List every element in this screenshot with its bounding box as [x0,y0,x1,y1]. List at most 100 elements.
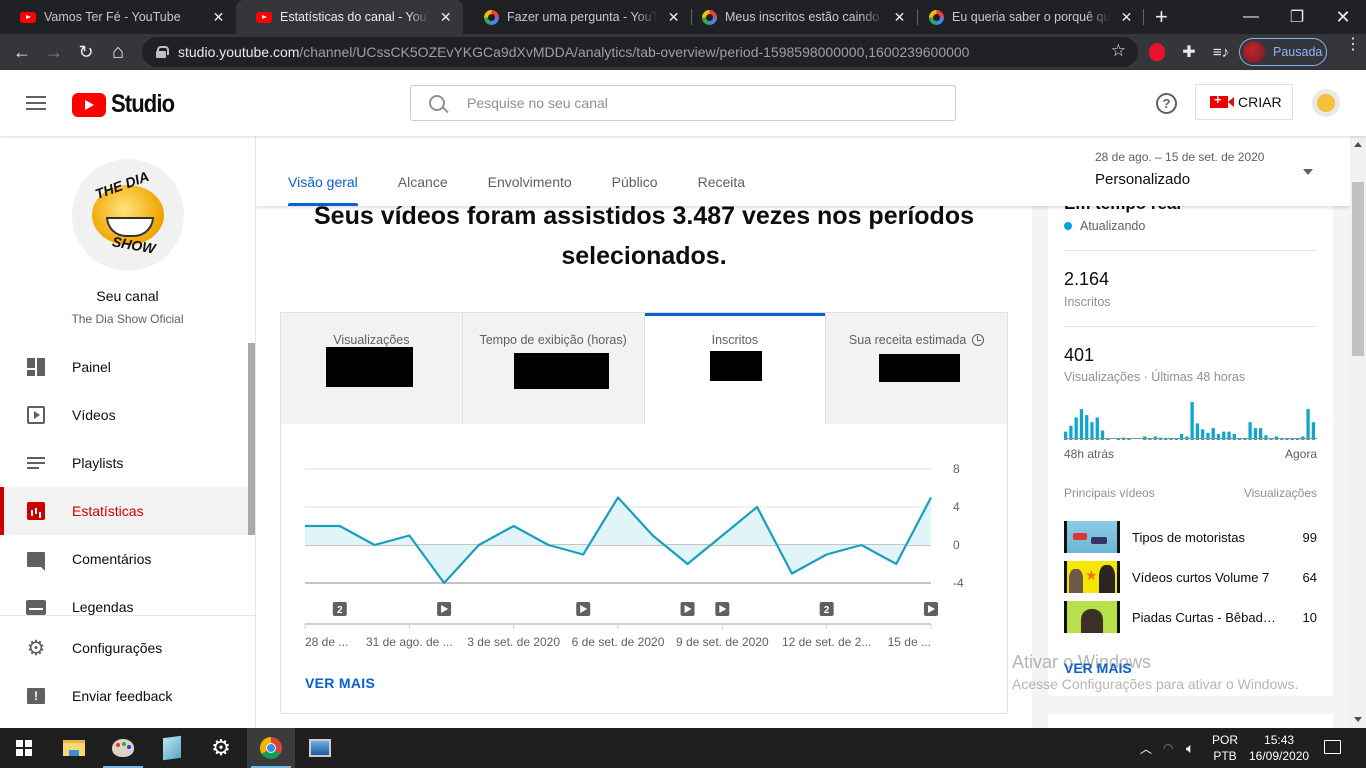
data-point[interactable] [789,571,795,577]
data-point[interactable] [580,552,586,558]
media-control-icon[interactable]: ≡♪ [1210,41,1232,63]
scroll-down-arrow[interactable] [1354,717,1362,722]
new-tab-button[interactable]: + [1155,4,1168,30]
address-bar[interactable]: studio.youtube.com/channel/UCssCK5OZEvYK… [142,37,1138,67]
sidebar-item-videos[interactable]: Vídeos [0,391,248,439]
close-tab-icon[interactable]: ✕ [438,9,453,26]
data-point[interactable] [824,552,830,558]
mini-bar[interactable] [1079,409,1084,440]
paint-icon[interactable] [99,728,147,768]
bookmark-star-icon[interactable]: ☆ [1111,41,1126,61]
profile-button[interactable]: Pausada [1239,38,1327,66]
start-button[interactable] [0,728,48,768]
data-point[interactable] [858,542,864,548]
extensions-icon[interactable]: ✚ [1178,41,1200,63]
top-video-row[interactable]: Piadas Curtas - Bêbados Volume 3 10 [1064,601,1317,633]
sidebar-item-painel[interactable]: Painel [0,343,248,391]
channel-avatar[interactable]: THE DIA SHOW [72,159,184,271]
metric-tab-views[interactable]: Visualizações [281,313,463,424]
data-point[interactable] [754,504,760,510]
channel-search-input[interactable]: Pesquise no seu canal [410,85,956,121]
clock-icon[interactable] [972,334,985,346]
browser-tab[interactable]: Fazer uma pergunta - YouTube Community ✕ [463,0,691,34]
forward-button[interactable]: → [43,41,65,63]
scroll-thumb[interactable] [1352,182,1364,356]
page-scrollbar[interactable] [1350,136,1366,728]
tab-envolvimento[interactable]: Envolvimento [488,136,572,206]
volume-icon[interactable]: 🔈︎ [1186,728,1194,768]
period-selector[interactable]: 28 de ago. – 15 de set. de 2020 Personal… [1095,150,1313,188]
data-point[interactable] [719,533,725,539]
top-video-row[interactable]: Tipos de motoristas 99 [1064,521,1317,553]
taskbar-clock[interactable]: 15:43 16/09/2020 [1249,732,1309,764]
metric-tab-subscribers[interactable]: Inscritos [644,313,827,424]
wifi-icon[interactable]: ◠ [1163,728,1173,768]
tab-visao-geral[interactable]: Visão geral [288,136,358,206]
close-tab-icon[interactable]: ✕ [892,9,907,26]
mini-bar[interactable] [1074,417,1078,440]
chrome-icon[interactable] [247,728,295,768]
top-video-row[interactable]: ★ Vídeos curtos Volume 7 64 [1064,561,1317,593]
menu-icon[interactable] [26,96,46,110]
browser-tab[interactable]: Meus inscritos estão caindo. (N ✕ [681,0,917,34]
mini-bar[interactable] [1095,417,1099,440]
data-point[interactable] [893,561,899,567]
help-icon[interactable]: ? [1156,93,1177,114]
close-window-button[interactable]: ✕ [1320,0,1366,34]
views-48h-bar-chart[interactable] [1064,400,1317,440]
adblock-extension-icon[interactable] [1146,41,1168,63]
see-more-link[interactable]: VER MAIS [305,675,375,691]
sidebar-item-feedback[interactable]: ! Enviar feedback [0,672,255,720]
browser-menu-icon[interactable]: ⋮ [1345,37,1361,53]
minimize-button[interactable]: — [1228,0,1274,34]
studio-logo[interactable]: Studio [72,90,183,119]
language-indicator[interactable]: POR PTB [1212,732,1238,764]
data-point[interactable] [406,533,412,539]
data-point[interactable] [302,523,308,529]
show-hidden-icons[interactable]: ︿ [1140,728,1152,768]
data-point[interactable] [545,542,551,548]
settings-icon[interactable]: ⚙ [197,728,245,768]
create-button[interactable]: CRIAR [1195,84,1293,120]
file-explorer-icon[interactable] [50,728,98,768]
close-tab-icon[interactable]: ✕ [666,9,681,26]
data-point[interactable] [615,495,621,501]
sidebar-item-comentarios[interactable]: Comentários [0,535,248,583]
scroll-up-arrow[interactable] [1354,142,1362,147]
action-center-icon[interactable] [1324,740,1341,754]
tab-publico[interactable]: Público [612,136,658,206]
restore-button[interactable]: ❐ [1274,0,1320,34]
close-tab-icon[interactable]: ✕ [1119,9,1134,26]
subscribers-line-chart[interactable]: 8 4 0 -4 2 2 28 de ... 31 de ago. de ... 3 de se… [281,424,1007,664]
mini-bar[interactable] [1306,409,1310,440]
data-point[interactable] [685,561,691,567]
mini-bar[interactable] [1190,402,1194,440]
mini-bar[interactable] [1085,415,1089,440]
data-point[interactable] [511,523,517,529]
tab-receita[interactable]: Receita [698,136,745,206]
close-tab-icon[interactable]: ✕ [211,9,226,26]
metric-tab-watch-time[interactable]: Tempo de exibição (horas) [462,313,645,424]
home-button[interactable]: ⌂ [107,41,129,63]
realtime-see-more-link[interactable]: VER MAIS [1064,660,1132,676]
browser-tab[interactable]: Eu queria saber o porquê que ✕ [908,0,1144,34]
browser-tab-active[interactable]: Estatísticas do canal - YouTube Studio ✕ [236,0,463,34]
sidebar-scrollbar[interactable] [248,343,255,535]
reload-button[interactable]: ↻ [75,41,97,63]
metric-tab-revenue[interactable]: Sua receita estimada [826,313,1007,424]
remote-desktop-icon[interactable] [296,728,344,768]
notepad-icon[interactable] [148,728,196,768]
data-point[interactable] [650,533,656,539]
data-point[interactable] [476,542,482,548]
back-button[interactable]: ← [11,41,33,63]
sidebar-item-configuracoes[interactable]: ⚙ Configurações [0,624,255,672]
tab-alcance[interactable]: Alcance [398,136,448,206]
browser-tab[interactable]: Vamos Ter Fé - YouTube ✕ [0,0,236,34]
data-point[interactable] [441,580,447,586]
data-point[interactable] [372,542,378,548]
data-point[interactable] [337,523,343,529]
sidebar-item-estatisticas[interactable]: Estatísticas [0,487,248,535]
data-point[interactable] [928,495,934,501]
sidebar-item-playlists[interactable]: Playlists [0,439,248,487]
account-avatar[interactable] [1312,89,1340,117]
